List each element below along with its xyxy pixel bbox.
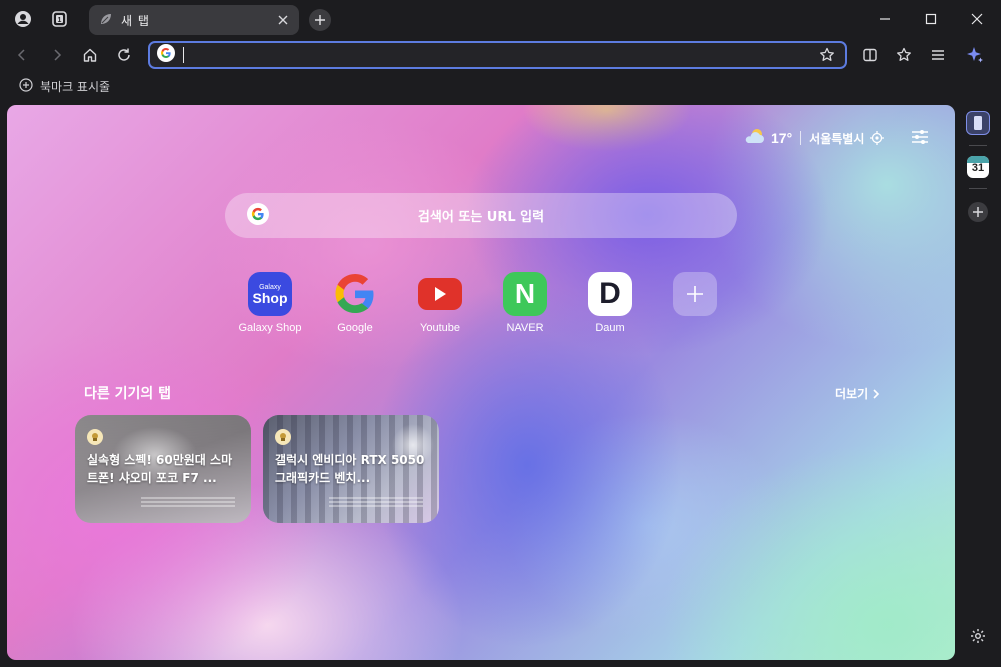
location-name: 서울특별시 (809, 131, 865, 146)
plus-icon (673, 272, 717, 316)
device-tab-card[interactable]: 갤럭시 엔비디아 RTX 5050 그래픽카드 벤치... (263, 415, 439, 523)
galaxy-shop-icon-main: Shop (252, 289, 288, 306)
shortcut-label: Google (337, 322, 373, 334)
temperature: 17° (771, 130, 793, 146)
tab-label: 새 탭 (121, 13, 150, 28)
menu-button[interactable] (926, 43, 950, 67)
weather-widget[interactable]: 17° 서울특별시 (743, 127, 885, 149)
minimize-button[interactable] (874, 8, 896, 30)
back-button[interactable] (10, 43, 34, 67)
split-view-button[interactable] (858, 43, 882, 67)
daum-icon: D (588, 272, 632, 316)
naver-icon-letter: N (514, 278, 536, 309)
card-meta (141, 497, 235, 507)
gear-icon (971, 629, 985, 643)
chevron-right-icon (873, 388, 880, 399)
sliders-icon (912, 130, 928, 144)
phone-icon (974, 116, 982, 130)
card-meta (329, 497, 423, 507)
card-title: 갤럭시 엔비디아 RTX 5050 그래픽카드 벤치... (275, 453, 425, 485)
new-tab-button[interactable] (309, 9, 331, 31)
site-favicon-icon (275, 429, 291, 445)
favorites-star-icon (897, 47, 911, 61)
reload-icon (118, 48, 130, 61)
naver-icon: N (503, 272, 547, 316)
profile-icon[interactable] (12, 8, 34, 30)
customize-page-button[interactable] (909, 126, 931, 148)
shortcut-daum[interactable]: D Daum (572, 272, 648, 334)
location-target-icon[interactable] (870, 131, 885, 145)
back-arrow-icon (17, 49, 25, 61)
site-favicon-icon (87, 429, 103, 445)
bookmarks-bar-label[interactable]: 북마크 표시줄 (40, 78, 110, 95)
google-icon (333, 272, 377, 316)
shortcut-youtube[interactable]: Youtube (402, 272, 478, 334)
home-icon (83, 48, 97, 62)
favorites-button[interactable] (892, 43, 916, 67)
toolbar (0, 38, 1001, 72)
shortcut-label: Youtube (420, 322, 460, 334)
partly-cloudy-icon (743, 127, 767, 149)
device-tab-card[interactable]: 실속형 스펙! 60만원대 스마트폰! 샤오미 포코 F7 ... (75, 415, 251, 523)
forward-button[interactable] (45, 43, 69, 67)
text-caret (183, 47, 184, 63)
calendar-icon: 31 (967, 156, 989, 178)
tab-manager-icon[interactable]: 1 (48, 8, 70, 30)
svg-text:1: 1 (58, 17, 62, 24)
calendar-day: 31 (971, 162, 985, 174)
maximize-button[interactable] (920, 8, 942, 30)
forward-arrow-icon (54, 49, 62, 61)
daum-icon-letter: D (599, 277, 621, 310)
shortcut-naver[interactable]: N NAVER (487, 272, 563, 334)
ai-assistant-button[interactable] (963, 43, 987, 67)
home-button[interactable] (78, 43, 102, 67)
title-bar: 1 새 탭 (0, 0, 1001, 38)
sidebar-add-button[interactable] (966, 200, 990, 224)
hamburger-menu-icon (932, 50, 944, 60)
card-title: 실속형 스펙! 60만원대 스마트폰! 샤오미 포코 F7 ... (87, 453, 233, 485)
sidebar-divider (969, 145, 987, 146)
split-view-icon (863, 48, 877, 62)
plus-icon (315, 15, 325, 25)
bookmarks-bar: 북마크 표시줄 (0, 72, 1001, 100)
address-bar[interactable] (148, 41, 847, 69)
see-more-link[interactable]: 더보기 (835, 385, 880, 402)
add-shortcut-button[interactable] (657, 272, 733, 316)
right-sidebar: 31 (960, 100, 1001, 667)
youtube-icon (418, 272, 462, 316)
shortcut-label: Daum (595, 322, 625, 334)
close-window-button[interactable] (966, 8, 988, 30)
shortcut-label: Galaxy Shop (238, 322, 302, 334)
tab-new-tab[interactable]: 새 탭 (89, 5, 299, 35)
shortcut-galaxy-shop[interactable]: Galaxy Shop Galaxy Shop (232, 272, 308, 334)
reload-button[interactable] (112, 43, 136, 67)
search-placeholder: 검색어 또는 URL 입력 (417, 210, 545, 225)
other-devices-title: 다른 기기의 탭 (84, 386, 172, 402)
shortcut-label: NAVER (506, 322, 544, 334)
google-icon (157, 44, 175, 66)
plus-icon (968, 202, 988, 222)
google-icon (247, 202, 269, 229)
new-tab-page: 17° 서울특별시 검색어 또는 URL 입력 Galaxy Shop Gala… (7, 105, 955, 660)
shortcut-google[interactable]: Google (317, 272, 393, 334)
sparkle-icon (967, 47, 983, 63)
leaf-icon (99, 11, 113, 30)
bookmark-star-icon[interactable] (819, 47, 835, 67)
close-tab-icon[interactable] (275, 12, 291, 28)
sidebar-phone-button[interactable] (966, 111, 990, 135)
sidebar-settings-button[interactable] (966, 624, 990, 648)
galaxy-shop-icon: Galaxy Shop (248, 272, 292, 316)
see-more-label: 더보기 (835, 387, 869, 401)
add-bookmark-icon[interactable] (19, 77, 33, 96)
sidebar-divider (969, 188, 987, 189)
search-box[interactable]: 검색어 또는 URL 입력 (225, 193, 737, 238)
weather-divider (800, 131, 802, 145)
sidebar-calendar-button[interactable]: 31 (966, 155, 990, 179)
